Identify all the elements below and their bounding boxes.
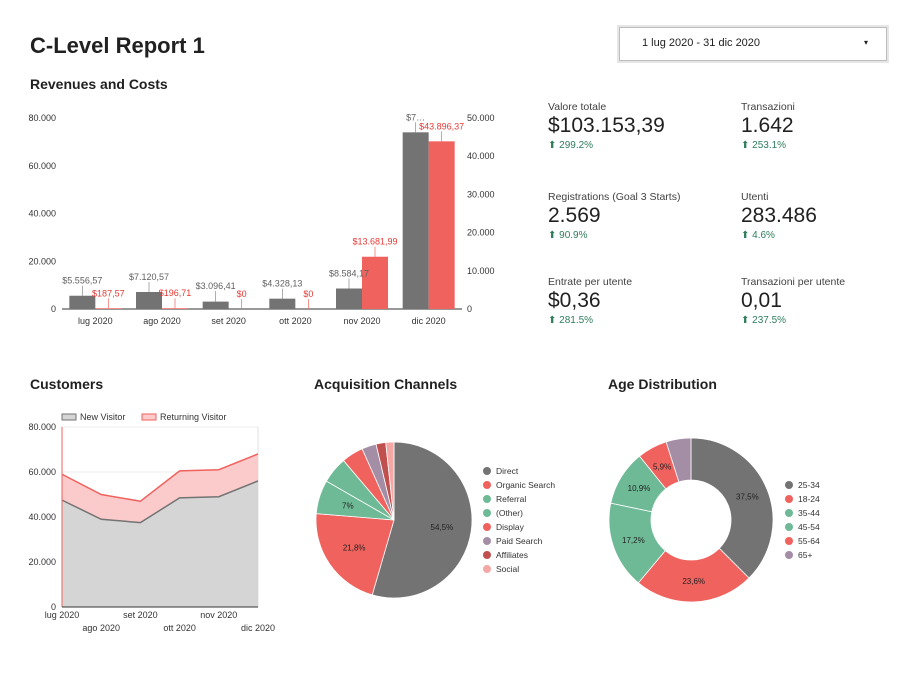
x-tick-label: ott 2020 [163,623,196,633]
legend-dot [785,523,793,531]
legend-label: Social [496,564,519,574]
slice-label: 21,8% [343,543,366,552]
legend-dot [483,523,491,531]
customers-chart: 020.00040.00060.00080.000lug 2020ago 202… [28,412,275,633]
slice-25-34 [690,437,774,579]
data-label-revenue: $8.584,17 [329,269,369,279]
legend-label: 55-64 [798,536,820,546]
data-label-revenue: $3.096,41 [196,281,236,291]
legend-dot [785,551,793,559]
age-distribution-chart: 37,5% 23,6% 17,2% 10,9% 5,9% 25-34 18-24 35-44 4… [608,437,820,603]
bar-cost [428,141,455,309]
data-label-revenue: $4.328,13 [262,279,302,289]
legend-dot [483,481,491,489]
legend-label: Paid Search [496,536,543,546]
legend-swatch-returning-visitor [141,413,157,421]
legend-dot [785,481,793,489]
legend-label: 25-34 [798,480,820,490]
y2-tick-label: 20.000 [467,228,495,238]
y-tick-label: 80.000 [28,422,56,432]
x-tick-label: dic 2020 [241,623,275,633]
slice-label: 7% [342,502,354,511]
slice-label: 23,6% [682,577,705,586]
x-tick-label: ago 2020 [82,623,120,633]
data-label-cost: $0 [303,289,313,299]
legend-label: Organic Search [496,480,555,490]
y-tick-label: 80.000 [28,113,56,123]
y-tick-label: 60.000 [28,161,56,171]
charts-canvas: 0 20.000 40.000 60.000 80.000 0 10.000 20.000 30… [28,112,820,633]
data-label-cost: $187,57 [92,288,125,298]
legend-dot [483,509,491,517]
x-tick-label: lug 2020 [45,610,80,620]
data-label-cost: $0 [237,289,247,299]
legend-dot [483,551,491,559]
y2-tick-label: 30.000 [467,189,495,199]
data-label-cost: $196,71 [159,288,192,298]
y2-tick-label: 0 [467,304,472,314]
slice-label: 17,2% [622,536,645,545]
legend-dot [483,537,491,545]
legend-label: 35-44 [798,508,820,518]
legend-dot [785,509,793,517]
bar-cost [162,308,188,309]
legend-label: Referral [496,494,526,504]
legend-returning-visitor: Returning Visitor [160,412,226,422]
slice-label: 37,5% [736,493,759,502]
x-tick-label: nov 2020 [343,316,380,326]
slice-label: 10,9% [628,484,651,493]
x-tick-label: set 2020 [123,610,158,620]
bar-cost [95,308,122,309]
y-tick-label: 20.000 [28,557,56,567]
data-label-cost: $43.896,37 [419,121,464,131]
x-tick-label: lug 2020 [78,316,113,326]
legend-label: Affiliates [496,550,528,560]
y2-tick-label: 10.000 [467,266,495,276]
bar-revenue [336,288,362,309]
legend-dot [483,565,491,573]
y2-tick-label: 50.000 [467,113,495,123]
y2-tick-label: 40.000 [467,151,495,161]
y-tick-label: 40.000 [28,209,56,219]
acquisition-channels-chart: 54,5% 21,8% 7% Direct Organic Search Referral… [315,441,555,599]
legend-swatch-new-visitor [61,413,77,421]
legend-label: 45-54 [798,522,820,532]
y-tick-label: 60.000 [28,467,56,477]
slice-label: 54,5% [431,523,454,532]
x-tick-label: nov 2020 [200,610,237,620]
x-tick-label: ago 2020 [143,316,181,326]
legend-label: (Other) [496,508,523,518]
bar-revenue [269,298,296,309]
legend-label: 18-24 [798,494,820,504]
legend-label: Direct [496,466,519,476]
data-label-revenue: $5.556,57 [62,276,102,286]
x-tick-label: set 2020 [211,316,246,326]
y-tick-label: 0 [51,304,56,314]
legend-dot [785,495,793,503]
legend-label: Display [496,522,525,532]
legend-dot [785,537,793,545]
data-label-revenue: $7.120,57 [129,272,169,282]
legend-dot [483,467,491,475]
legend-dot [483,495,491,503]
revenues-costs-chart: 0 20.000 40.000 60.000 80.000 0 10.000 20.000 30… [28,112,494,326]
bar-revenue [202,301,229,309]
y-tick-label: 20.000 [28,256,56,266]
x-tick-label: dic 2020 [412,316,446,326]
bar-cost [362,256,388,309]
legend-label: 65+ [798,550,812,560]
y-tick-label: 40.000 [28,512,56,522]
x-tick-label: ott 2020 [279,316,312,326]
slice-label: 5,9% [653,462,671,471]
data-label-cost: $13.681,99 [352,237,397,247]
legend-new-visitor: New Visitor [80,412,125,422]
bar-revenue [402,132,429,309]
